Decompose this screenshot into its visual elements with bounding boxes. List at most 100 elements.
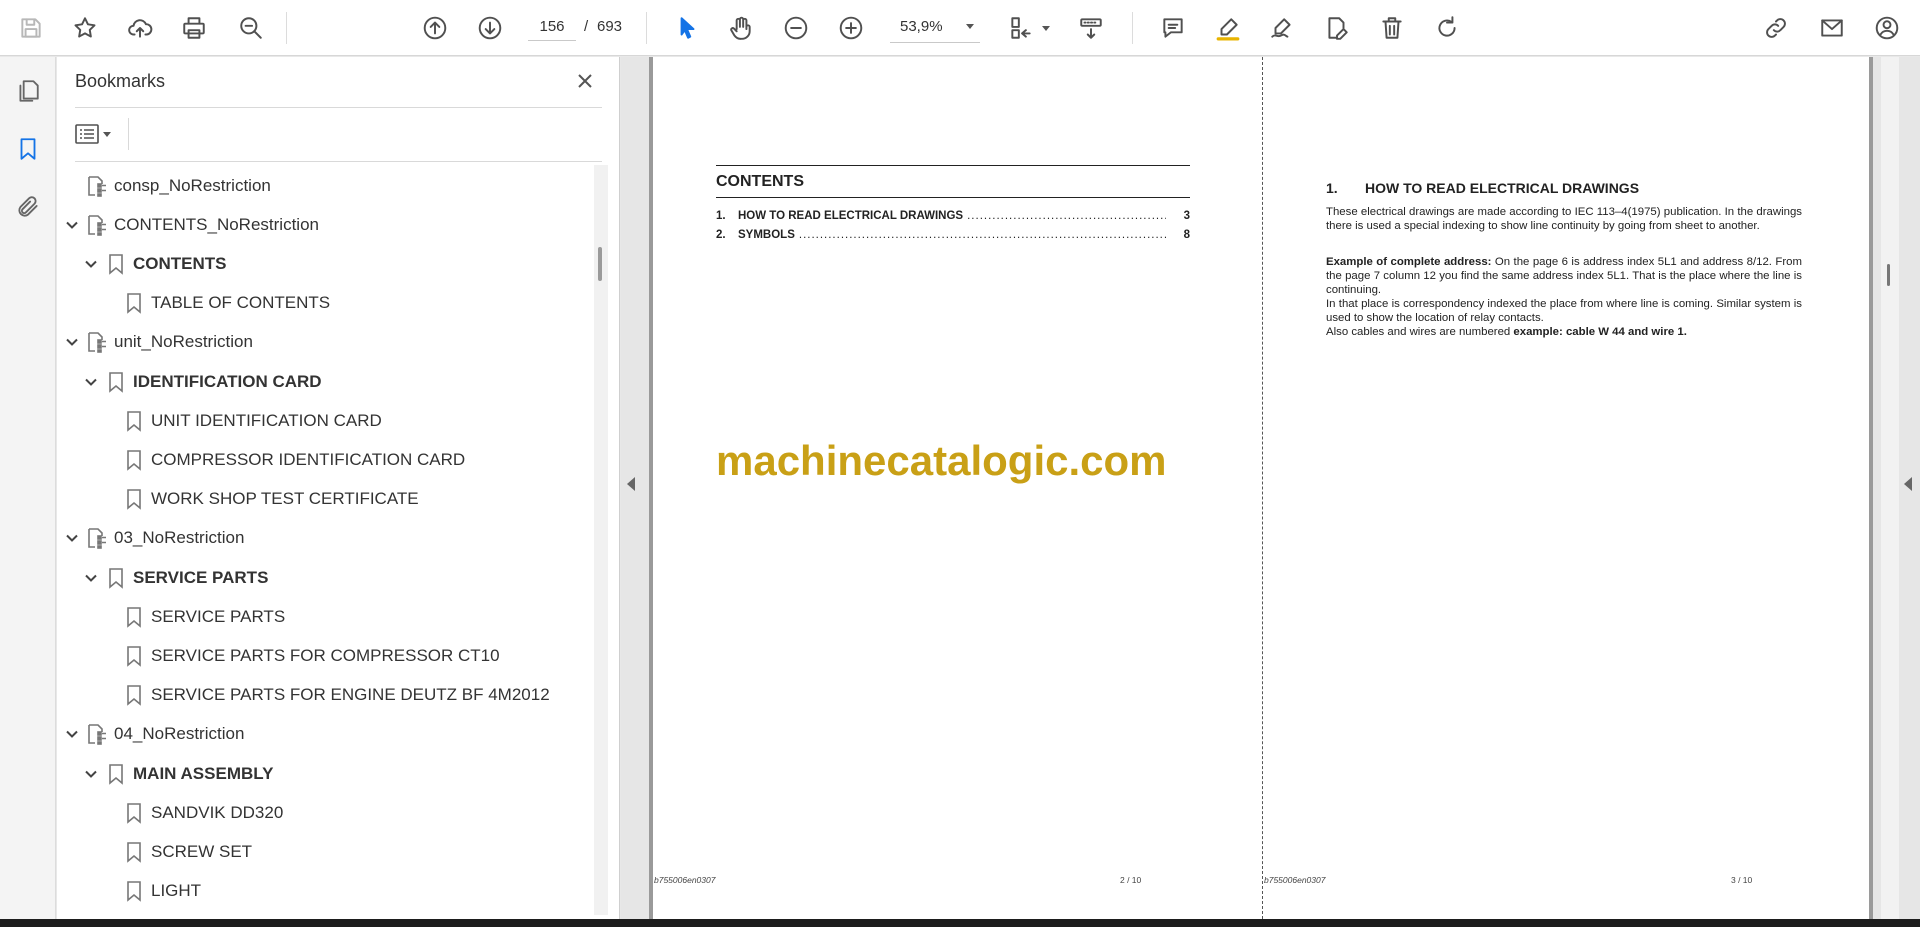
upload-icon[interactable] <box>123 11 157 45</box>
toc-entry[interactable]: 2. SYMBOLS...............................… <box>716 229 1190 248</box>
toc-page-number: 3 <box>1183 210 1190 222</box>
scroll-mode-icon[interactable] <box>1074 11 1108 45</box>
zoom-out-icon[interactable] <box>779 11 813 45</box>
pages-thumbnails-icon[interactable] <box>12 75 44 107</box>
expand-right-panel-icon[interactable] <box>1904 477 1912 491</box>
zoom-value: 53,9% <box>900 18 943 35</box>
bookmarks-scrollbar[interactable] <box>594 165 608 915</box>
chevron-down-icon <box>103 131 111 137</box>
zoom-search-icon[interactable] <box>234 11 268 45</box>
bookmark-item[interactable]: MAIN ASSEMBLY <box>81 754 273 793</box>
share-link-icon[interactable] <box>1759 11 1793 45</box>
bookmark-label: consp_NoRestriction <box>114 175 271 195</box>
bookmark-icon <box>121 447 147 473</box>
bookmark-icon <box>103 761 129 787</box>
bookmark-item[interactable]: UNIT IDENTIFICATION CARD <box>99 401 382 440</box>
watermark: machinecatalogic.com <box>716 437 1167 484</box>
bookmark-icon <box>121 290 147 316</box>
pdf-page-right: 1. HOW TO READ ELECTRICAL DRAWINGS These… <box>1262 57 1873 919</box>
toc-number: 2. <box>716 229 726 241</box>
zoom-in-icon[interactable] <box>834 11 868 45</box>
chevron-down-icon[interactable] <box>62 528 82 548</box>
bookmark-label: SERVICE PARTS <box>133 567 269 587</box>
chevron-down-icon[interactable] <box>1042 26 1050 31</box>
chevron-down-icon[interactable] <box>81 372 101 392</box>
toggle-spacer <box>99 842 119 862</box>
bookmark-item[interactable]: SCREW SET <box>99 832 252 871</box>
select-tool-icon[interactable] <box>670 11 704 45</box>
star-icon[interactable] <box>68 11 102 45</box>
toc-page-number: 8 <box>1183 229 1190 241</box>
toggle-spacer <box>99 881 119 901</box>
page-number-input[interactable] <box>528 13 576 41</box>
chevron-down-icon[interactable] <box>62 724 82 744</box>
section-title: HOW TO READ ELECTRICAL DRAWINGS <box>1365 180 1640 196</box>
bookmark-icon <box>103 251 129 277</box>
close-icon[interactable] <box>571 67 599 95</box>
bookmark-item[interactable]: consp_NoRestriction <box>62 166 271 205</box>
email-icon[interactable] <box>1815 11 1849 45</box>
prev-page-icon[interactable] <box>418 11 452 45</box>
edit-pdf-icon[interactable] <box>1320 11 1354 45</box>
bookmark-label: SERVICE PARTS FOR ENGINE DEUTZ BF 4M2012 <box>151 685 550 705</box>
section-number: 1. <box>1326 180 1338 196</box>
contents-heading: CONTENTS <box>716 173 804 190</box>
paragraph-4-text: Also cables and wires are numbered <box>1326 326 1514 338</box>
bookmark-item[interactable]: SERVICE PARTS FOR ENGINE DEUTZ BF 4M2012 <box>99 676 550 715</box>
bookmark-panel-icon[interactable] <box>12 133 44 165</box>
comment-icon[interactable] <box>1156 11 1190 45</box>
bookmarks-panel: Bookmarks consp_NoRestriction CONTENTS_No… <box>57 57 620 919</box>
zoom-select[interactable]: 53,9% <box>890 13 980 43</box>
chevron-down-icon[interactable] <box>62 215 82 235</box>
next-page-icon[interactable] <box>473 11 507 45</box>
toggle-spacer <box>99 685 119 705</box>
rotate-icon[interactable] <box>1430 11 1464 45</box>
chevron-down-icon[interactable] <box>62 332 82 352</box>
bookmark-item[interactable]: SANDVIK DD320 <box>99 793 283 832</box>
account-icon[interactable] <box>1870 11 1904 45</box>
save-icon[interactable] <box>14 11 48 45</box>
bookmark-item[interactable]: SERVICE PARTS FOR COMPRESSOR CT10 <box>99 636 500 675</box>
chevron-down-icon[interactable] <box>81 254 101 274</box>
toc-entry[interactable]: 1. HOW TO READ ELECTRICAL DRAWINGS.......… <box>716 210 1190 229</box>
document-scroll-thumb[interactable] <box>1887 264 1890 286</box>
chevron-down-icon <box>966 24 974 29</box>
attachments-icon[interactable] <box>12 191 44 223</box>
chevron-down-icon[interactable] <box>81 764 101 784</box>
bookmark-item[interactable]: LIGHT <box>99 872 201 911</box>
toggle-spacer <box>99 646 119 666</box>
bookmark-item[interactable]: 04_NoRestriction <box>62 715 244 754</box>
bookmark-item[interactable]: WORK SHOP TEST CERTIFICATE <box>99 480 419 519</box>
page-separator: / <box>584 18 589 35</box>
collapse-panel-icon[interactable] <box>627 477 635 491</box>
bookmark-item[interactable]: TABLE OF CONTENTS <box>99 284 330 323</box>
document-scrollbar[interactable] <box>1881 57 1899 919</box>
bookmark-item[interactable]: 03_NoRestriction <box>62 519 244 558</box>
bookmark-options-button[interactable] <box>75 120 119 148</box>
print-icon[interactable] <box>177 11 211 45</box>
sign-icon[interactable] <box>1265 11 1299 45</box>
bookmark-label: SANDVIK DD320 <box>151 802 284 822</box>
highlight-icon[interactable] <box>1211 11 1245 45</box>
paragraph-3: In that place is correspondency indexed … <box>1326 298 1802 324</box>
bookmark-item[interactable]: unit_NoRestriction <box>62 323 253 362</box>
bookmark-item[interactable]: IDENTIFICATION CARD <box>81 362 322 401</box>
delete-icon[interactable] <box>1375 11 1409 45</box>
bookmark-item[interactable]: COMPRESSOR IDENTIFICATION CARD <box>99 440 465 479</box>
chevron-down-icon[interactable] <box>81 568 101 588</box>
bookmark-item[interactable]: CONTENTS_NoRestriction <box>62 205 319 244</box>
bookmark-item[interactable]: SERVICE PARTS <box>81 558 268 597</box>
pdf-page-left: CONTENTS 1. HOW TO READ ELECTRICAL DRAWIN… <box>649 57 1262 919</box>
bookmark-icon <box>103 565 129 591</box>
scroll-thumb[interactable] <box>598 247 602 281</box>
toggle-spacer <box>99 293 119 313</box>
bookmark-item[interactable]: SERVICE PARTS <box>99 597 285 636</box>
bookmark-label: SERVICE PARTS <box>151 606 286 626</box>
fit-page-icon[interactable] <box>1004 11 1038 45</box>
toc-dot-leader: ........................................… <box>967 210 1166 222</box>
bookmark-label: SERVICE PARTS FOR COMPRESSOR CT10 <box>151 645 500 665</box>
hand-tool-icon[interactable] <box>724 11 758 45</box>
bookmark-item[interactable]: CONTENTS <box>81 244 227 283</box>
bookmark-label: TABLE OF CONTENTS <box>151 293 331 313</box>
bookmark-icon <box>121 800 147 826</box>
